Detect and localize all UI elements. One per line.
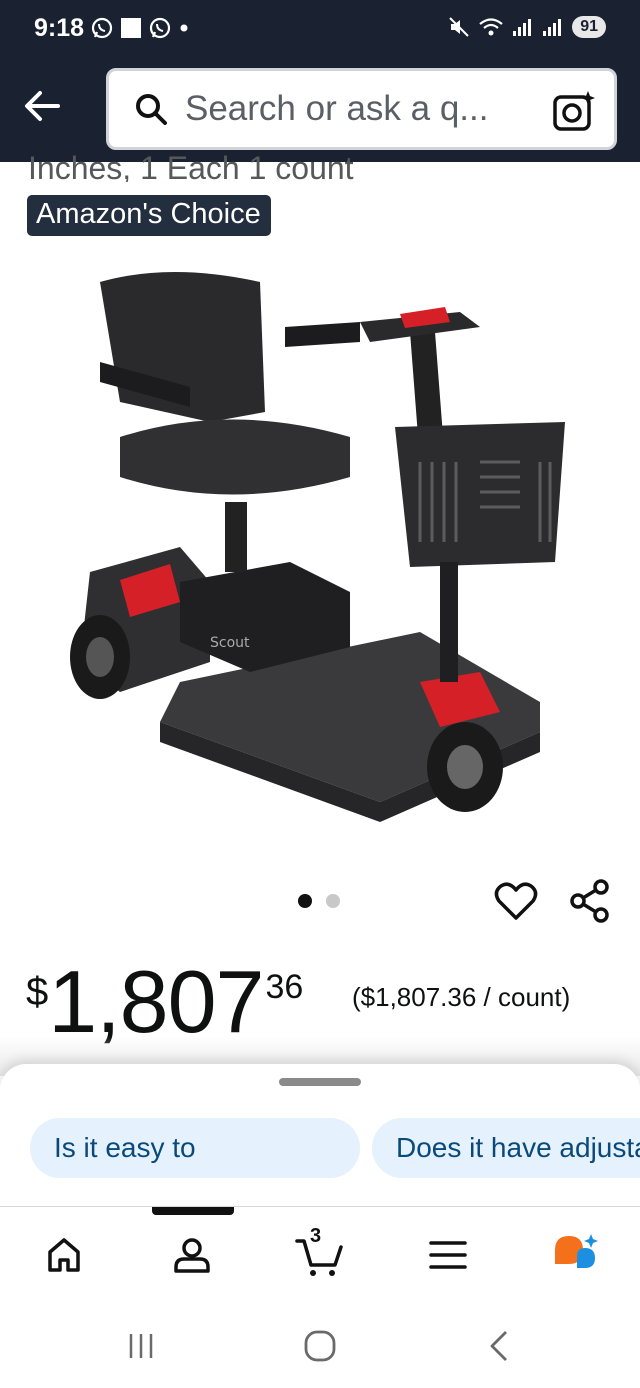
carousel-dots[interactable] — [298, 894, 340, 908]
brand-label: Scout — [210, 635, 250, 651]
mute-icon — [449, 17, 469, 37]
whatsapp-icon — [149, 17, 171, 39]
camera-lens-icon[interactable] — [552, 89, 596, 133]
chevron-left-icon — [490, 1331, 507, 1361]
search-icon — [131, 89, 171, 129]
cart-count: 3 — [310, 1225, 322, 1247]
price: $ 1,807 36 — [26, 958, 303, 1046]
battery-indicator: 91 — [572, 16, 606, 38]
active-tab-indicator — [152, 1207, 234, 1215]
carousel-dot[interactable] — [298, 894, 312, 908]
price-currency: $ — [26, 970, 49, 1014]
home-icon — [48, 1238, 80, 1272]
rufus-assistant-icon — [555, 1234, 598, 1268]
square-icon — [121, 18, 141, 38]
home-button[interactable] — [300, 1326, 340, 1366]
unit-price: ($1,807.36 / count) — [352, 982, 571, 1012]
amazons-choice-badge: Amazon's Choice — [27, 195, 271, 236]
sheet-handle[interactable] — [279, 1078, 361, 1086]
question-chip[interactable]: Does it have adjusta — [372, 1118, 640, 1178]
status-bar: 9:18 91 — [0, 0, 640, 60]
nav-account[interactable] — [162, 1227, 222, 1283]
carousel-dot[interactable] — [326, 894, 340, 908]
notification-icons — [90, 16, 190, 40]
status-right-icons: 91 — [448, 16, 606, 38]
nav-rufus[interactable] — [546, 1227, 606, 1283]
nav-cart[interactable]: 3 — [290, 1225, 350, 1283]
question-chip[interactable]: Is it easy to — [30, 1118, 360, 1178]
nav-home[interactable] — [34, 1227, 94, 1283]
status-time: 9:18 — [34, 14, 85, 42]
heart-icon[interactable] — [494, 880, 538, 922]
nav-menu[interactable] — [418, 1227, 478, 1283]
whatsapp-icon — [91, 17, 113, 39]
recent-apps-button[interactable] — [121, 1326, 161, 1366]
home-circle-icon — [304, 1330, 336, 1362]
system-back-button[interactable] — [480, 1326, 520, 1366]
top-bar: 9:18 91 Search or ask a q... — [0, 0, 640, 162]
signal-icon — [513, 19, 532, 36]
system-nav-bar — [0, 1304, 640, 1388]
search-placeholder: Search or ask a q... — [185, 89, 489, 128]
dot-icon — [180, 24, 188, 32]
back-button[interactable] — [18, 82, 66, 130]
share-icon[interactable] — [568, 878, 612, 924]
price-fraction: 36 — [265, 968, 304, 1006]
menu-icon — [429, 1241, 467, 1269]
price-whole: 1,807 — [48, 952, 264, 1051]
product-subtitle: Inches, 1 Each 1 count — [28, 150, 354, 182]
signal-icon — [543, 19, 562, 36]
account-icon — [174, 1238, 210, 1273]
wifi-icon — [479, 18, 503, 36]
recent-apps-icon — [129, 1334, 153, 1358]
questions-sheet[interactable]: Is it easy to Does it have adjusta — [0, 1064, 640, 1214]
product-image[interactable]: Scout — [60, 262, 580, 822]
back-arrow-icon — [25, 91, 60, 121]
search-input[interactable]: Search or ask a q... — [106, 68, 617, 150]
bottom-nav: 3 — [0, 1206, 640, 1304]
